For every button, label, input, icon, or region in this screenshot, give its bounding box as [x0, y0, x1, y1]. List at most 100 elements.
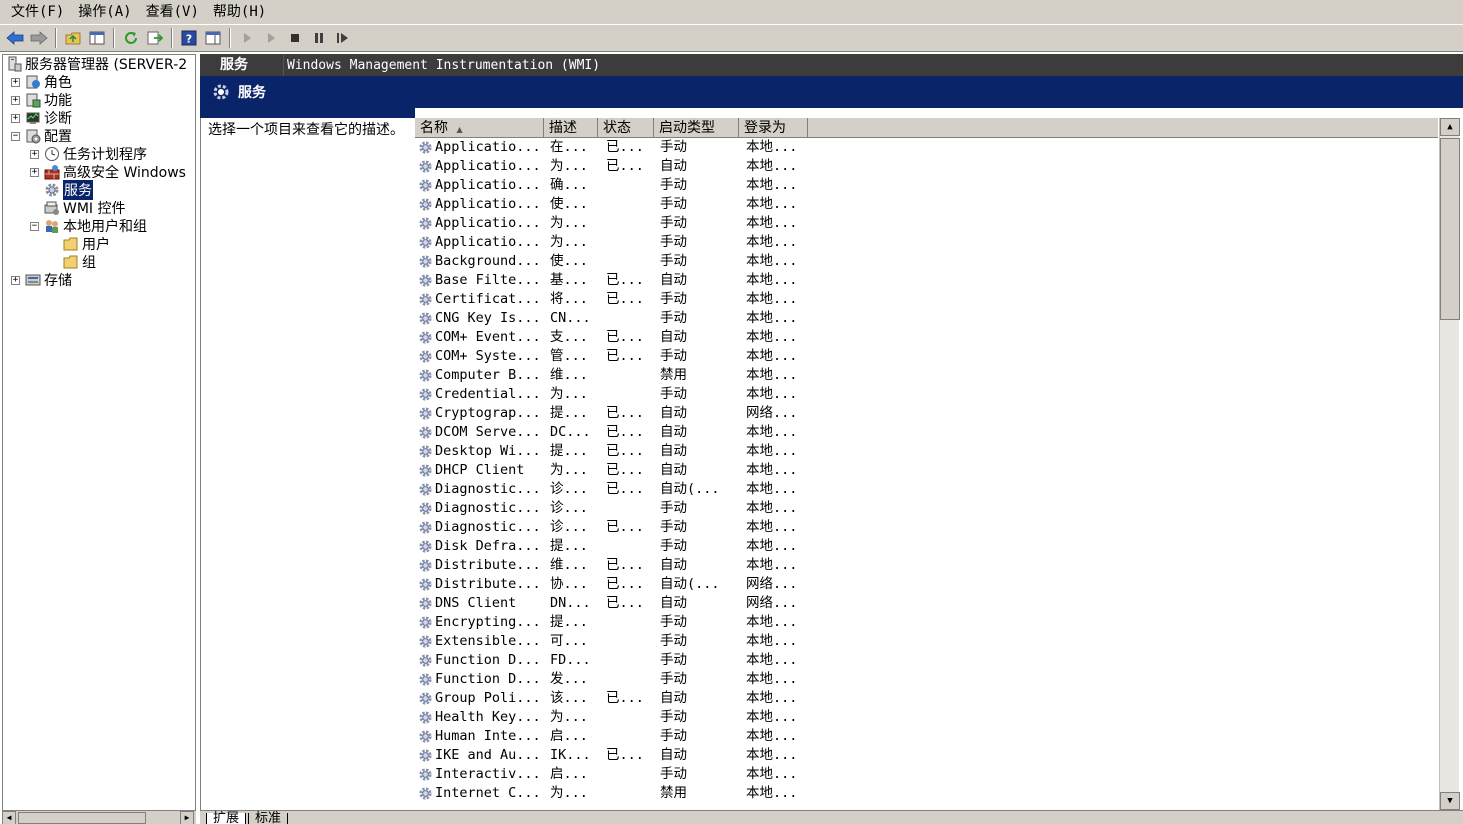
tree-item-diagnostics[interactable]: + 诊断 [11, 109, 72, 127]
export-icon[interactable] [144, 27, 166, 49]
table-row[interactable]: Function D... 发... 手动 本地... [415, 670, 1438, 689]
expand-icon[interactable]: + [11, 95, 20, 105]
table-row[interactable]: Internet C... 为... 禁用 本地... [415, 784, 1438, 803]
tree-item-users[interactable]: 用户 [63, 235, 110, 253]
table-row[interactable]: Base Filte... 基... 已... 自动 本地... [415, 271, 1438, 290]
table-row[interactable]: Distribute... 维... 已... 自动 本地... [415, 556, 1438, 575]
stop-icon[interactable] [284, 27, 306, 49]
expand-icon[interactable]: + [11, 113, 20, 123]
server-icon [6, 56, 22, 72]
service-description: 为... [550, 158, 588, 174]
scroll-up-icon[interactable]: ▲ [1440, 118, 1460, 136]
table-row[interactable]: Interactiv... 启... 手动 本地... [415, 765, 1438, 784]
scroll-left-icon[interactable]: ◀ [2, 811, 16, 824]
table-row[interactable]: Background... 使... 手动 本地... [415, 252, 1438, 271]
tree-item-services[interactable]: 服务 [44, 180, 93, 200]
table-row[interactable]: Human Inte... 启... 手动 本地... [415, 727, 1438, 746]
scroll-thumb[interactable] [1440, 138, 1460, 320]
table-row[interactable]: CNG Key Is... CN... 手动 本地... [415, 309, 1438, 328]
service-description: 使... [550, 196, 588, 212]
column-name[interactable]: 名称 ▲ [415, 118, 544, 138]
table-row[interactable]: COM+ Syste... 管... 已... 手动 本地... [415, 347, 1438, 366]
service-startup-type: 自动 [660, 595, 687, 611]
table-row[interactable]: IKE and Au... IK... 已... 自动 本地... [415, 746, 1438, 765]
show-hide-tree-icon[interactable] [86, 27, 108, 49]
start-alt-icon[interactable] [260, 27, 282, 49]
service-description: 启... [550, 766, 588, 782]
tree-horizontal-scrollbar[interactable]: ◀ ▶ [2, 810, 196, 824]
table-row[interactable]: COM+ Event... 支... 已... 自动 本地... [415, 328, 1438, 347]
table-row[interactable]: Applicatio... 为... 手动 本地... [415, 214, 1438, 233]
expand-icon[interactable]: + [30, 167, 39, 177]
expand-icon[interactable]: + [11, 275, 20, 285]
column-description[interactable]: 描述 [544, 118, 598, 138]
service-description: 为... [550, 709, 588, 725]
column-startup-type[interactable]: 启动类型 [654, 118, 739, 138]
table-row[interactable]: Computer B... 维... 禁用 本地... [415, 366, 1438, 385]
table-row[interactable]: Disk Defra... 提... 手动 本地... [415, 537, 1438, 556]
scroll-right-icon[interactable]: ▶ [180, 811, 194, 824]
up-folder-icon[interactable] [62, 27, 84, 49]
table-row[interactable]: Health Key... 为... 手动 本地... [415, 708, 1438, 727]
service-logon: 本地... [746, 766, 798, 782]
table-row[interactable]: Certificat... 将... 已... 手动 本地... [415, 290, 1438, 309]
table-row[interactable]: Applicatio... 确... 手动 本地... [415, 176, 1438, 195]
table-row[interactable]: DNS Client DN... 已... 自动 网络... [415, 594, 1438, 613]
back-arrow-icon[interactable] [4, 27, 26, 49]
table-row[interactable]: DCOM Serve... DC... 已... 自动 本地... [415, 423, 1438, 442]
table-row[interactable]: Encrypting... 提... 手动 本地... [415, 613, 1438, 632]
expand-icon[interactable]: + [11, 77, 20, 87]
tab-standard[interactable]: 标准 [248, 812, 289, 824]
table-row[interactable]: Applicatio... 使... 手动 本地... [415, 195, 1438, 214]
column-logon-as[interactable]: 登录为 [739, 118, 808, 138]
tab-extended[interactable]: 扩展 [206, 812, 247, 824]
menu-action[interactable]: 操作(A) [71, 1, 138, 23]
tree-root[interactable]: 服务器管理器 (SERVER-2 [6, 55, 187, 73]
table-row[interactable]: Applicatio... 在... 已... 手动 本地... [415, 138, 1438, 157]
collapse-icon[interactable]: − [30, 221, 39, 231]
service-status: 已... [606, 557, 644, 573]
scroll-down-icon[interactable]: ▼ [1440, 792, 1460, 810]
table-row[interactable]: Applicatio... 为... 手动 本地... [415, 233, 1438, 252]
tree-item-groups[interactable]: 组 [63, 253, 96, 271]
refresh-icon[interactable] [120, 27, 142, 49]
table-row[interactable]: DHCP Client 为... 已... 自动 本地... [415, 461, 1438, 480]
tree-item-wmi[interactable]: WMI 控件 [44, 199, 126, 217]
tree-item-roles[interactable]: + 角色 [11, 73, 72, 91]
table-row[interactable]: Diagnostic... 诊... 已... 自动(... 本地... [415, 480, 1438, 499]
tree-item-configuration[interactable]: − 配置 [11, 127, 72, 145]
table-row[interactable]: Desktop Wi... 提... 已... 自动 本地... [415, 442, 1438, 461]
pause-icon[interactable] [308, 27, 330, 49]
tree-item-firewall[interactable]: + 高级安全 Windows [30, 163, 186, 181]
tree-item-local-users[interactable]: − 本地用户和组 [30, 217, 147, 235]
tree-item-storage[interactable]: + 存储 [11, 271, 72, 289]
table-row[interactable]: Credential... 为... 手动 本地... [415, 385, 1438, 404]
menu-view[interactable]: 查看(V) [139, 1, 206, 23]
table-row[interactable]: Applicatio... 为... 已... 自动 本地... [415, 157, 1438, 176]
service-startup-type: 自动 [660, 329, 687, 345]
service-status: 已... [606, 595, 644, 611]
menu-file[interactable]: 文件(F) [4, 1, 71, 23]
menu-help[interactable]: 帮助(H) [206, 1, 273, 23]
service-status: 已... [606, 424, 644, 440]
tree-item-task-scheduler[interactable]: + 任务计划程序 [30, 145, 147, 163]
table-row[interactable]: Cryptograp... 提... 已... 自动 网络... [415, 404, 1438, 423]
expand-icon[interactable]: + [30, 149, 39, 159]
table-row[interactable]: Function D... FD... 手动 本地... [415, 651, 1438, 670]
table-row[interactable]: Diagnostic... 诊... 已... 手动 本地... [415, 518, 1438, 537]
show-hide-action-icon[interactable] [202, 27, 224, 49]
table-row[interactable]: Extensible... 可... 手动 本地... [415, 632, 1438, 651]
forward-arrow-icon[interactable] [28, 27, 50, 49]
table-row[interactable]: Group Poli... 该... 已... 自动 本地... [415, 689, 1438, 708]
scroll-thumb[interactable] [18, 812, 146, 824]
start-icon[interactable] [236, 27, 258, 49]
collapse-icon[interactable]: − [11, 131, 20, 141]
service-description: FD... [550, 652, 591, 668]
column-status[interactable]: 状态 [598, 118, 654, 138]
table-row[interactable]: Diagnostic... 诊... 手动 本地... [415, 499, 1438, 518]
tree-item-features[interactable]: + 功能 [11, 91, 72, 109]
help-icon[interactable]: ? [178, 27, 200, 49]
restart-icon[interactable] [332, 27, 354, 49]
list-vertical-scrollbar[interactable]: ▲ ▼ [1439, 118, 1460, 810]
table-row[interactable]: Distribute... 协... 已... 自动(... 网络... [415, 575, 1438, 594]
